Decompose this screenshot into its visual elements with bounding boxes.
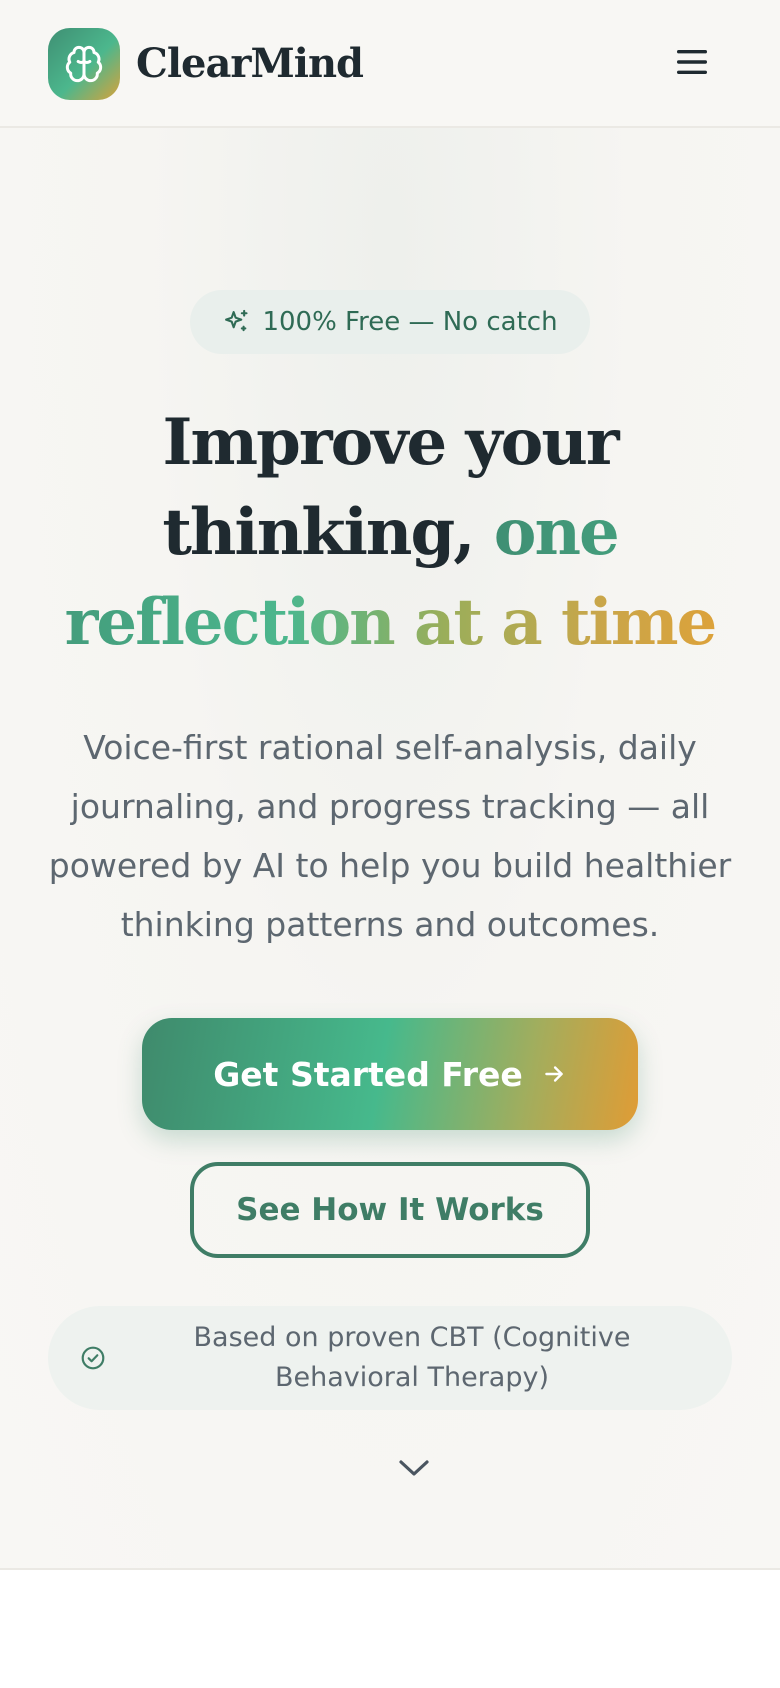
see-how-it-works-button[interactable]: See How It Works	[190, 1162, 590, 1258]
see-how-label: See How It Works	[236, 1192, 544, 1228]
check-circle-icon	[81, 1346, 105, 1370]
chevron-down-icon	[399, 1460, 429, 1476]
scroll-down-button[interactable]	[392, 1446, 436, 1490]
arrow-right-icon	[545, 1066, 563, 1082]
hero-description: Voice-first rational self-analysis, dail…	[48, 728, 732, 944]
cbt-note: Based on proven CBT (Cognitive Behaviora…	[48, 1306, 732, 1410]
hero-section: 100% Free — No catch Improve your thinki…	[0, 128, 780, 1570]
badge-text: 100% Free — No catch	[262, 307, 558, 337]
get-started-label: Get Started Free	[213, 1054, 523, 1094]
hamburger-menu-icon	[677, 50, 707, 74]
hero-headline: Improve your thinking, one reflection at…	[40, 398, 740, 668]
menu-button[interactable]	[670, 40, 714, 84]
logo[interactable]	[48, 28, 120, 100]
site-header: ClearMind	[0, 0, 780, 128]
sparkles-icon	[225, 309, 248, 332]
brand-name[interactable]: ClearMind	[136, 38, 364, 90]
free-badge: 100% Free — No catch	[190, 290, 590, 354]
cbt-note-text: Based on proven CBT (Cognitive Behaviora…	[193, 1322, 631, 1393]
brain-icon	[65, 45, 103, 83]
get-started-button[interactable]: Get Started Free	[142, 1018, 638, 1130]
